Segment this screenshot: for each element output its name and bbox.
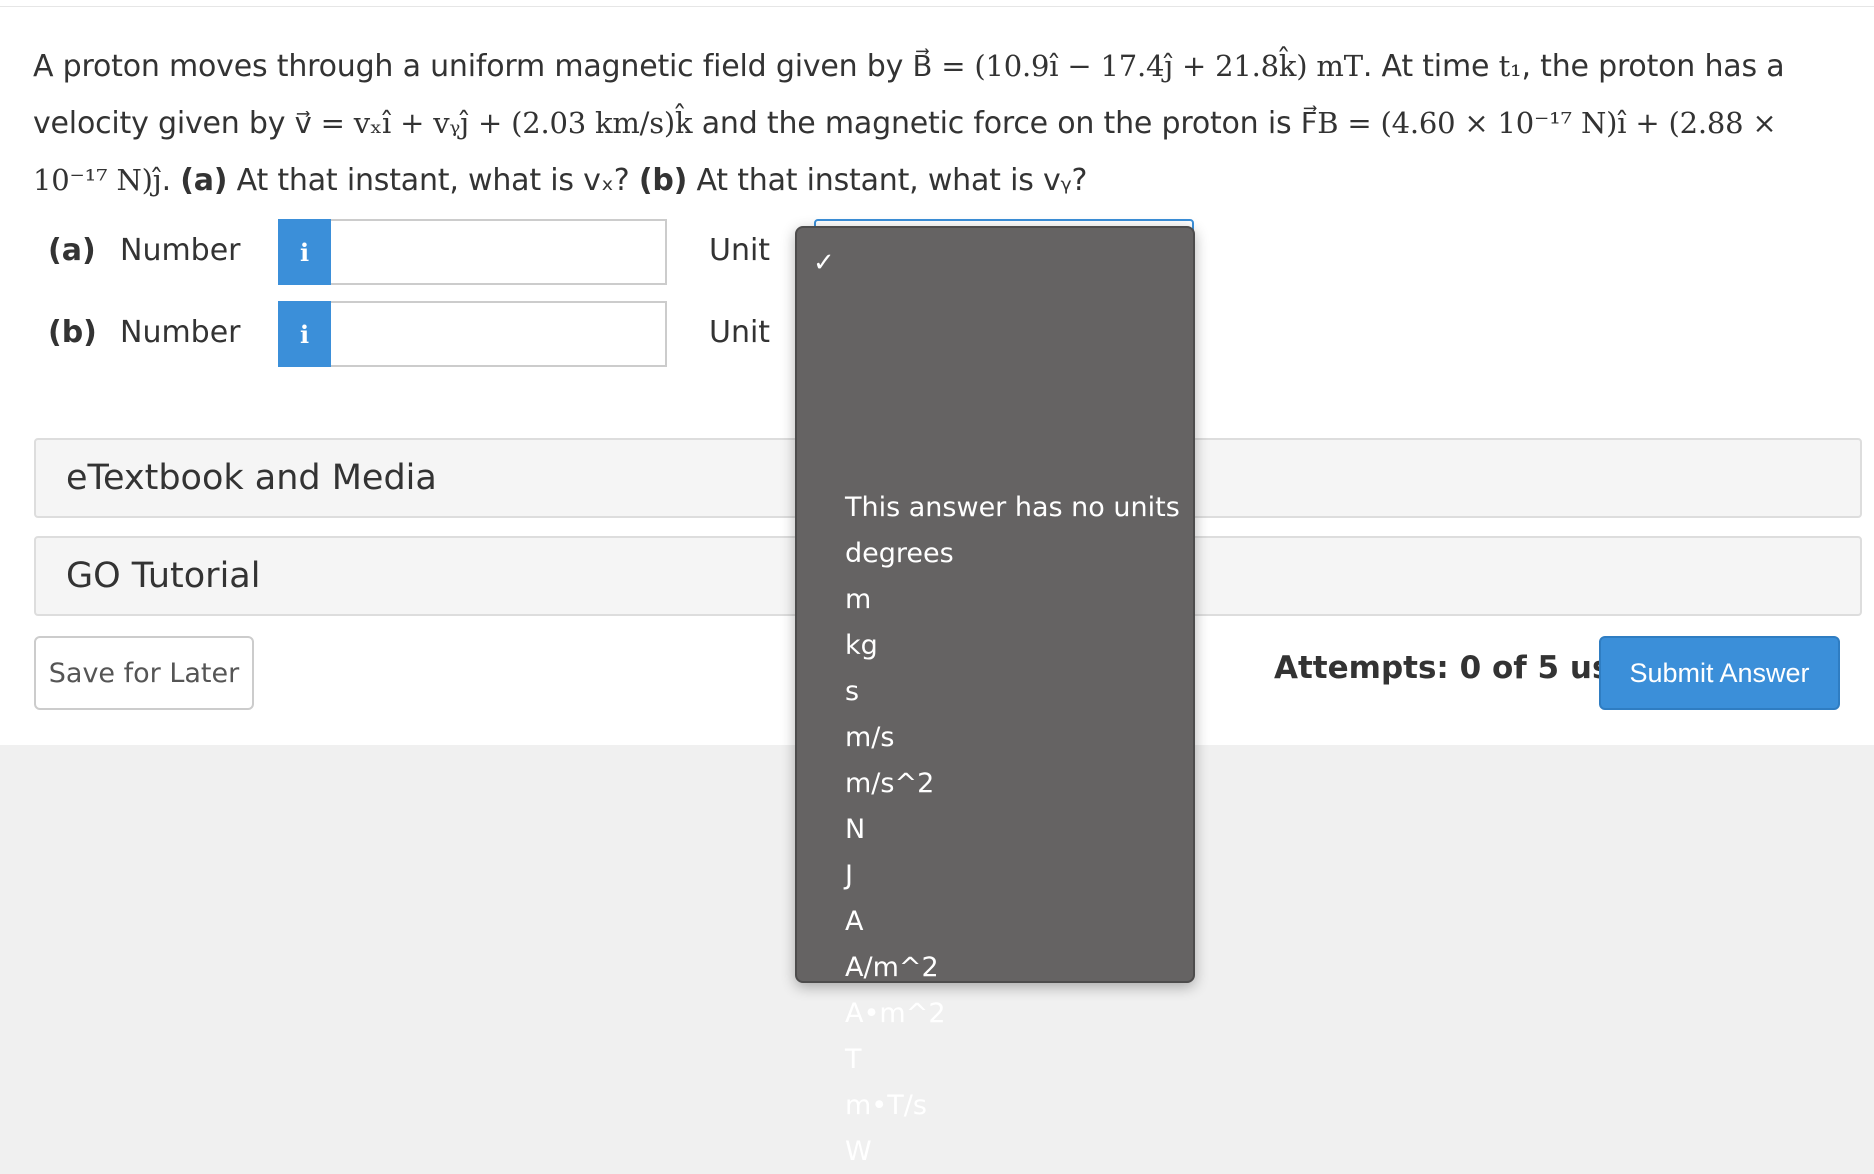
unit-label-b: Unit	[709, 315, 771, 350]
unit-option[interactable]: A/m^2	[845, 946, 939, 990]
time-symbol: t₁	[1498, 49, 1522, 83]
part-a-prompt: At that instant, what is vₓ?	[236, 163, 630, 198]
go-tutorial-label: GO Tutorial	[66, 556, 261, 596]
question-text: A proton moves through a uniform magneti…	[33, 49, 1785, 198]
selected-check-icon: ✓	[813, 248, 835, 278]
velocity-expression: v⃗ = vₓî + vᵧĵ + (2.03 km/s)k̂	[294, 106, 693, 140]
question-intro: A proton moves through a uniform magneti…	[33, 49, 904, 84]
etextbook-label: eTextbook and Media	[66, 458, 437, 498]
submit-answer-button[interactable]: Submit Answer	[1599, 636, 1840, 710]
part-b-prompt-label: (b)	[638, 163, 688, 198]
unit-option[interactable]: A	[845, 900, 863, 944]
unit-option[interactable]: m	[845, 578, 871, 622]
unit-label-a: Unit	[709, 233, 771, 268]
part-b-label: (b)	[48, 315, 97, 350]
info-icon-b[interactable]: i	[278, 301, 331, 367]
unit-option[interactable]: This answer has no units	[845, 486, 1180, 530]
unit-option[interactable]: T	[845, 1038, 862, 1082]
attempts-counter: Attempts: 0 of 5 used	[1274, 650, 1654, 686]
unit-option[interactable]: m/s	[845, 716, 894, 760]
unit-dropdown-menu[interactable]: ✓ This answer has no units degrees m kg …	[795, 226, 1195, 1167]
b-field-expression: B⃗ = (10.9î − 17.4ĵ + 21.8k̂) mT	[912, 49, 1364, 83]
number-label-b: Number	[120, 315, 241, 350]
number-input-b[interactable]	[331, 301, 667, 367]
unit-option[interactable]: m/s^2	[845, 762, 934, 806]
question-force-intro: and the magnetic force on the proton is	[701, 106, 1292, 141]
part-b-prompt: At that instant, what is vᵧ?	[696, 163, 1088, 198]
unit-option[interactable]: N	[845, 808, 865, 852]
part-a-label: (a)	[48, 233, 96, 268]
number-input-a[interactable]	[331, 219, 667, 285]
info-icon-a[interactable]: i	[278, 219, 331, 285]
unit-option[interactable]: degrees	[845, 532, 954, 576]
unit-option[interactable]: s	[845, 670, 859, 714]
unit-option[interactable]: kg	[845, 624, 878, 668]
part-a-prompt-label: (a)	[180, 163, 228, 198]
unit-option[interactable]: A•m^2	[845, 992, 946, 1036]
unit-option[interactable]: J	[845, 854, 853, 898]
divider	[0, 6, 1874, 7]
unit-option[interactable]: m•T/s	[845, 1084, 927, 1128]
save-for-later-button[interactable]: Save for Later	[34, 636, 254, 710]
number-label-a: Number	[120, 233, 241, 268]
unit-option[interactable]: W	[845, 1130, 872, 1174]
question-time-text: . At time	[1362, 49, 1490, 84]
